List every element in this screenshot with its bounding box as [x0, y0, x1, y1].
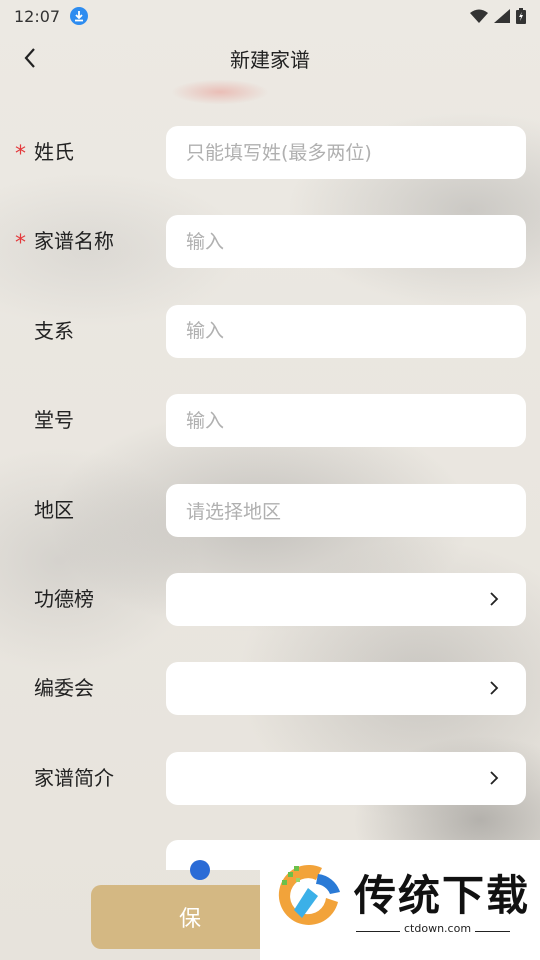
radio-icon — [190, 860, 210, 880]
watermark-brand: 传统下载 — [354, 871, 531, 920]
save-button-label: 保 — [178, 907, 201, 932]
chevron-right-icon — [490, 681, 499, 695]
branch-row: 支系 — [0, 304, 540, 358]
branch-label: 支系 — [34, 318, 74, 343]
watermark-url: ctdown.com — [400, 922, 476, 935]
signal-icon — [494, 9, 510, 23]
surname-row: * 姓氏 — [0, 126, 540, 179]
back-button[interactable] — [16, 44, 44, 72]
chevron-left-icon — [24, 48, 35, 68]
hall-name-label: 堂号 — [34, 408, 74, 433]
hall-name-input[interactable] — [166, 394, 526, 448]
genealogy-name-row: * 家谱名称 — [0, 215, 540, 269]
region-label: 地区 — [34, 497, 74, 522]
required-mark: * — [15, 142, 26, 167]
editorial-board-selector[interactable] — [166, 662, 526, 716]
battery-icon — [516, 8, 526, 24]
region-placeholder: 请选择地区 — [186, 500, 282, 523]
download-icon — [70, 7, 89, 25]
region-row: 地区 请选择地区 — [0, 483, 540, 537]
intro-label: 家谱简介 — [34, 765, 114, 790]
editorial-board-label: 编委会 — [34, 676, 94, 701]
merit-list-selector[interactable] — [166, 572, 526, 626]
chevron-right-icon — [490, 771, 499, 785]
status-time: 12:07 — [14, 6, 61, 26]
title-bar: 新建家谱 — [0, 34, 540, 82]
genealogy-name-label: 家谱名称 — [34, 229, 114, 254]
intro-selector[interactable] — [166, 751, 526, 805]
surname-input[interactable] — [166, 126, 526, 179]
status-bar: 12:07 — [0, 0, 540, 32]
brand-logo-icon — [278, 864, 340, 925]
chevron-right-icon — [490, 592, 499, 606]
surname-label: 姓氏 — [34, 140, 74, 164]
required-mark: * — [15, 231, 26, 257]
wifi-icon — [470, 9, 488, 23]
branch-input[interactable] — [166, 304, 526, 358]
watermark: 传统下载 ctdown.com — [260, 840, 540, 960]
merit-list-row: 功德榜 — [0, 572, 540, 626]
genealogy-form: * 姓氏 * 家谱名称 支系 堂号 地区 请选择地区 功德榜 编委会 家谱简介 — [0, 126, 540, 841]
page-title: 新建家谱 — [230, 47, 310, 72]
intro-row: 家谱简介 — [0, 751, 540, 805]
genealogy-name-input[interactable] — [166, 215, 526, 269]
merit-list-label: 功德榜 — [34, 586, 94, 611]
hall-name-row: 堂号 — [0, 394, 540, 448]
editorial-board-row: 编委会 — [0, 662, 540, 716]
region-selector[interactable]: 请选择地区 — [166, 483, 526, 537]
